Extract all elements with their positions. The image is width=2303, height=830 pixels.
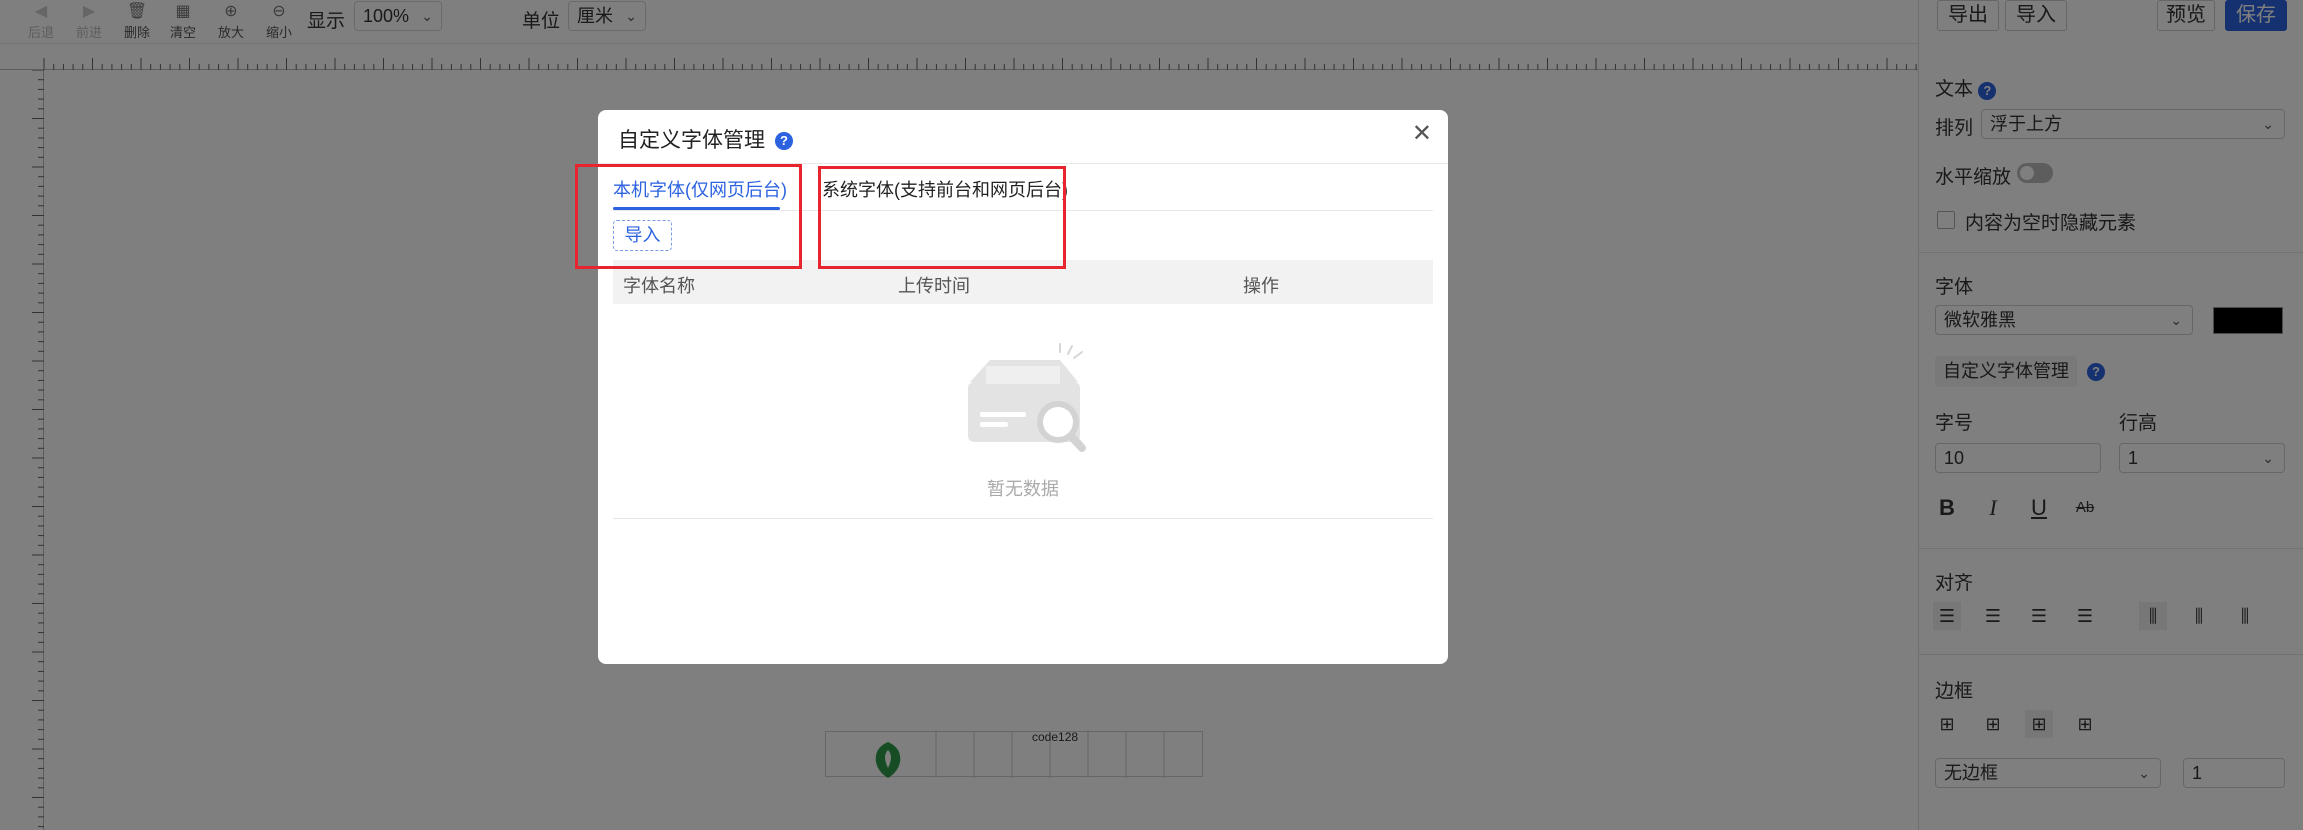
table-bottom-border	[613, 518, 1433, 519]
empty-state-text: 暂无数据	[987, 479, 1059, 499]
highlight-box-system-fonts	[818, 166, 1066, 269]
help-icon[interactable]: ?	[775, 132, 793, 150]
close-icon[interactable]: ✕	[1412, 122, 1432, 146]
dialog-title: 自定义字体管理?	[618, 124, 793, 154]
empty-box-icon	[968, 343, 1086, 452]
column-upload-time: 上传时间	[898, 276, 970, 296]
column-actions: 操作	[1243, 276, 1279, 296]
column-font-name: 字体名称	[623, 276, 695, 296]
highlight-box-local-fonts	[575, 164, 802, 269]
